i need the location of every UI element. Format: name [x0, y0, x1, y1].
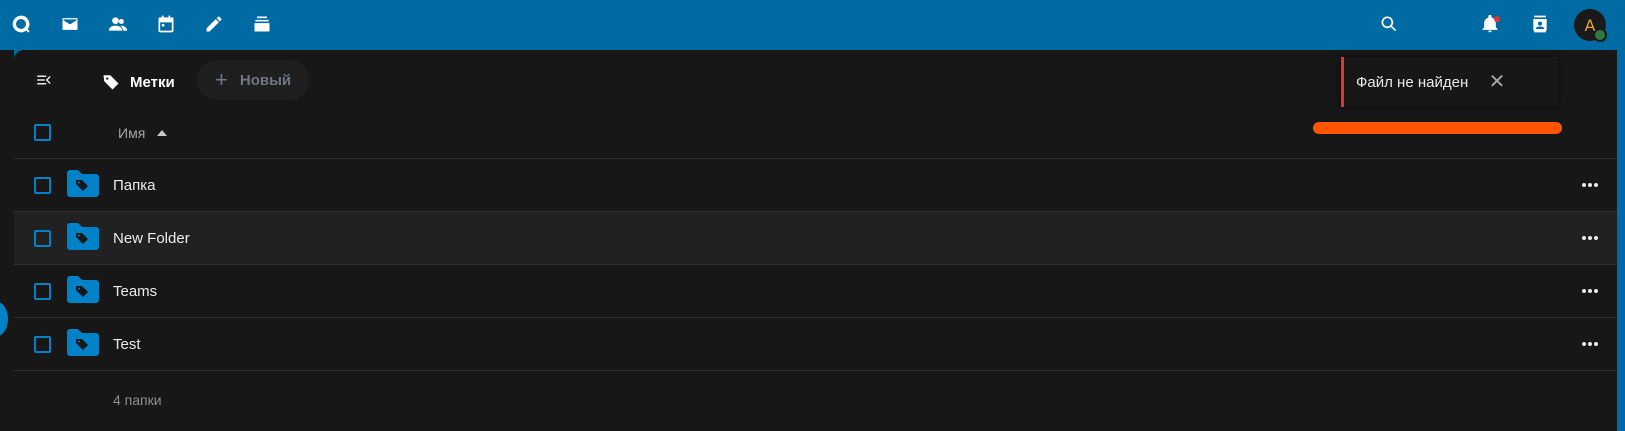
row-checkbox[interactable] — [34, 336, 51, 353]
column-name-label: Имя — [118, 125, 146, 141]
dashboard-icon[interactable] — [7, 10, 35, 38]
breadcrumb-label: Метки — [130, 73, 175, 91]
breadcrumb[interactable]: Метки — [102, 64, 175, 100]
notification-dot — [1494, 16, 1500, 22]
table-row[interactable]: New Folder — [14, 212, 1617, 265]
new-button[interactable]: + Новый — [197, 60, 309, 100]
row-checkbox[interactable] — [34, 230, 51, 247]
files-icon[interactable] — [248, 10, 276, 38]
close-icon[interactable]: ✕ — [1487, 71, 1507, 93]
row-actions-icon[interactable] — [1577, 278, 1603, 304]
row-actions-icon[interactable] — [1577, 225, 1603, 251]
row-name[interactable]: New Folder — [113, 230, 190, 247]
bell-icon[interactable] — [1476, 10, 1504, 38]
new-button-label: Новый — [239, 71, 292, 89]
toast-message: Файл не найден — [1356, 73, 1469, 91]
calendar-icon[interactable] — [152, 10, 180, 38]
table-row[interactable]: Teams — [14, 265, 1617, 318]
sort-by-name-button[interactable]: Имя — [118, 125, 168, 141]
table-row[interactable]: Test — [14, 318, 1617, 371]
sort-ascending-icon — [157, 130, 168, 136]
top-header: A — [0, 0, 1625, 50]
tagged-folder-icon — [67, 329, 99, 356]
search-icon[interactable] — [1375, 10, 1403, 38]
row-name[interactable]: Test — [113, 336, 141, 353]
select-all-checkbox[interactable] — [34, 124, 51, 141]
tagged-folder-icon — [67, 276, 99, 303]
row-actions-icon[interactable] — [1577, 172, 1603, 198]
tag-icon — [103, 75, 119, 90]
app-navigation-edge — [0, 50, 14, 431]
row-name[interactable]: Папка — [113, 177, 155, 194]
upload-progress-bar — [1313, 122, 1562, 134]
tagged-folder-icon — [67, 170, 99, 197]
tagged-folder-icon — [67, 223, 99, 250]
row-checkbox[interactable] — [34, 177, 51, 194]
folder-count: 4 папки — [113, 392, 162, 408]
error-toast: Файл не найден ✕ — [1341, 57, 1558, 107]
contacts-menu-icon[interactable] — [1526, 10, 1554, 38]
files-content: Метки + Новый Имя Папка New Folder Teams… — [14, 50, 1617, 431]
online-status-indicator — [1593, 28, 1607, 42]
row-checkbox[interactable] — [34, 283, 51, 300]
navigation-toggle-icon[interactable] — [32, 68, 56, 92]
plus-icon: + — [215, 67, 228, 92]
row-name[interactable]: Teams — [113, 283, 157, 300]
notes-icon[interactable] — [200, 10, 228, 38]
row-actions-icon[interactable] — [1577, 331, 1603, 357]
table-row[interactable]: Папка — [14, 159, 1617, 212]
contacts-icon[interactable] — [104, 10, 132, 38]
mail-icon[interactable] — [56, 10, 84, 38]
